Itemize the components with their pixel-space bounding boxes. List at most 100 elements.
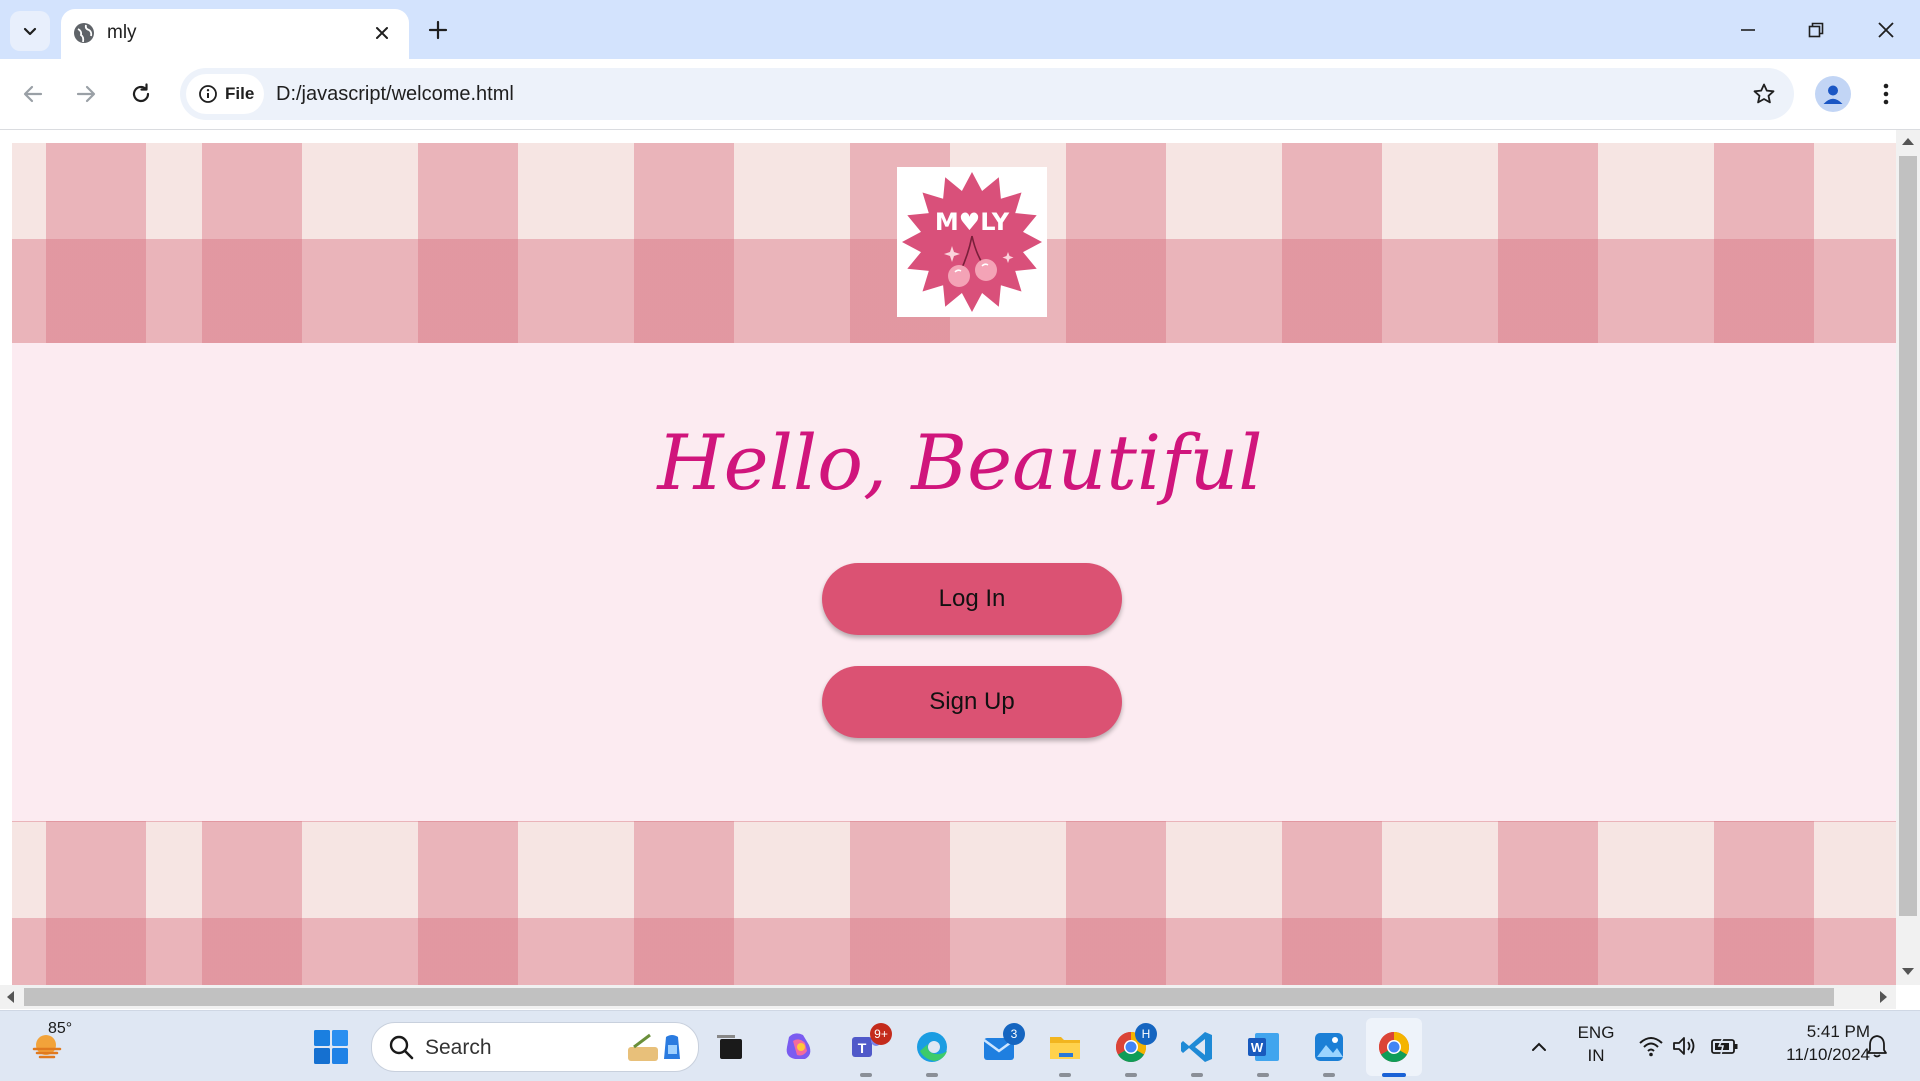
plus-icon xyxy=(428,20,448,40)
language-indicator[interactable]: ENG xyxy=(1574,1023,1618,1043)
taskbar-copilot[interactable] xyxy=(777,1025,821,1069)
back-button[interactable] xyxy=(14,75,52,113)
edge-icon xyxy=(917,1032,947,1062)
mly-logo: M♥LY xyxy=(897,167,1047,317)
taskbar-file-explorer[interactable] xyxy=(1043,1025,1087,1077)
cherry-badge-logo: M♥LY xyxy=(902,172,1042,312)
more-vertical-icon xyxy=(1883,83,1889,105)
taskbar-vscode[interactable] xyxy=(1175,1025,1219,1077)
taskbar-chrome-active[interactable] xyxy=(1372,1025,1416,1077)
logo-text: M♥LY xyxy=(935,208,1010,236)
battery-icon[interactable] xyxy=(1711,1036,1739,1056)
clock-date[interactable]: 11/10/2024 xyxy=(1752,1045,1870,1065)
cherry-left xyxy=(948,265,970,287)
signup-button[interactable]: Sign Up xyxy=(822,666,1122,738)
vscode-icon xyxy=(1181,1032,1212,1062)
chevron-up-icon xyxy=(1532,1042,1546,1051)
profile-button[interactable] xyxy=(1815,76,1851,112)
region-indicator[interactable]: IN xyxy=(1574,1046,1618,1066)
taskbar-teams[interactable]: T 9+ xyxy=(844,1023,892,1077)
windows-taskbar: 85° Search T 9+ 3 H W ENG IN 5:41 PM 11/… xyxy=(0,1010,1920,1081)
running-indicator xyxy=(1323,1073,1335,1077)
svg-text:T: T xyxy=(858,1040,867,1056)
minimize-button[interactable] xyxy=(1728,11,1768,49)
reload-icon xyxy=(132,83,150,103)
chevron-down-icon xyxy=(23,27,37,36)
taskbar-mail[interactable]: 3 xyxy=(977,1023,1025,1069)
tab-search-button[interactable] xyxy=(10,11,50,51)
browser-menu-button[interactable] xyxy=(1871,76,1901,112)
wifi-icon[interactable] xyxy=(1638,1035,1664,1057)
site-info-label: File xyxy=(225,84,255,103)
running-indicator xyxy=(1059,1073,1071,1077)
forward-button[interactable] xyxy=(67,75,105,113)
taskbar-word[interactable]: W xyxy=(1241,1025,1285,1077)
active-tab[interactable]: mly xyxy=(61,9,409,59)
mail-notification-badge: 3 xyxy=(1003,1023,1025,1045)
vertical-scroll-thumb[interactable] xyxy=(1899,156,1917,916)
close-tab-button[interactable] xyxy=(371,22,393,44)
folder-icon xyxy=(1050,1037,1080,1059)
login-button[interactable]: Log In xyxy=(822,563,1122,635)
svg-text:W: W xyxy=(1251,1040,1264,1055)
cherry-right xyxy=(975,259,997,281)
running-indicator xyxy=(926,1073,938,1077)
starburst-shape xyxy=(902,172,1042,312)
globe-icon xyxy=(74,23,94,43)
star-icon xyxy=(1753,83,1775,104)
chrome-profile-badge: H xyxy=(1135,1023,1157,1045)
weather-temperature: 85° xyxy=(48,1020,73,1037)
close-icon xyxy=(376,27,388,39)
copilot-icon xyxy=(786,1033,811,1059)
restore-icon xyxy=(1808,22,1824,38)
scroll-left-arrow-icon[interactable] xyxy=(7,991,14,1003)
toolbar-divider xyxy=(0,129,1920,130)
horizontal-scroll-thumb[interactable] xyxy=(24,988,1834,1006)
teams-notification-badge: 9+ xyxy=(870,1023,892,1045)
greeting-heading: Hello, Beautiful xyxy=(657,418,1263,507)
taskbar-task-view[interactable] xyxy=(708,1025,752,1069)
restore-button[interactable] xyxy=(1796,11,1836,49)
running-indicator xyxy=(1191,1073,1203,1077)
back-arrow-icon xyxy=(23,85,43,103)
tab-title: mly xyxy=(107,22,137,43)
taskbar-chrome-profile[interactable]: H xyxy=(1109,1023,1157,1077)
url-text[interactable]: D:/javascript/welcome.html xyxy=(276,83,514,106)
info-icon xyxy=(199,85,217,103)
show-hidden-icons-button[interactable] xyxy=(1517,1025,1561,1069)
forward-arrow-icon xyxy=(76,85,96,103)
taskbar-edge[interactable] xyxy=(910,1025,954,1077)
search-highlight-illustration-icon xyxy=(628,1033,680,1061)
scroll-right-arrow-icon[interactable] xyxy=(1880,991,1887,1003)
volume-icon[interactable] xyxy=(1672,1035,1698,1057)
running-indicator xyxy=(1125,1073,1137,1077)
minimize-icon xyxy=(1741,29,1755,31)
active-indicator xyxy=(1382,1073,1406,1077)
scroll-down-arrow-icon[interactable] xyxy=(1902,968,1914,975)
close-window-button[interactable] xyxy=(1866,11,1906,49)
taskbar-search-box[interactable]: Search xyxy=(371,1022,699,1072)
tab-strip: mly xyxy=(0,0,1920,59)
running-indicator xyxy=(1257,1073,1269,1077)
bookmark-button[interactable] xyxy=(1750,80,1778,108)
new-tab-button[interactable] xyxy=(425,17,451,43)
photos-icon xyxy=(1315,1033,1343,1061)
reload-button[interactable] xyxy=(122,75,160,113)
browser-toolbar: File D:/javascript/welcome.html xyxy=(0,59,1920,129)
person-icon xyxy=(1823,85,1843,104)
search-placeholder: Search xyxy=(425,1036,492,1059)
search-icon xyxy=(389,1035,414,1060)
close-icon xyxy=(1878,22,1894,38)
site-info-chip[interactable]: File xyxy=(186,74,264,114)
clock-time[interactable]: 5:41 PM xyxy=(1752,1022,1870,1042)
notification-bell-icon[interactable] xyxy=(1866,1034,1888,1058)
task-view-icon xyxy=(717,1035,742,1059)
windows-start-icon[interactable] xyxy=(313,1029,349,1065)
running-indicator xyxy=(860,1073,872,1077)
scroll-up-arrow-icon[interactable] xyxy=(1902,138,1914,145)
taskbar-photos[interactable] xyxy=(1307,1025,1351,1077)
chrome-icon xyxy=(1378,1032,1410,1063)
gingham-footer-banner xyxy=(12,821,1896,985)
address-bar[interactable]: File D:/javascript/welcome.html xyxy=(180,68,1794,120)
word-icon: W xyxy=(1248,1033,1279,1061)
